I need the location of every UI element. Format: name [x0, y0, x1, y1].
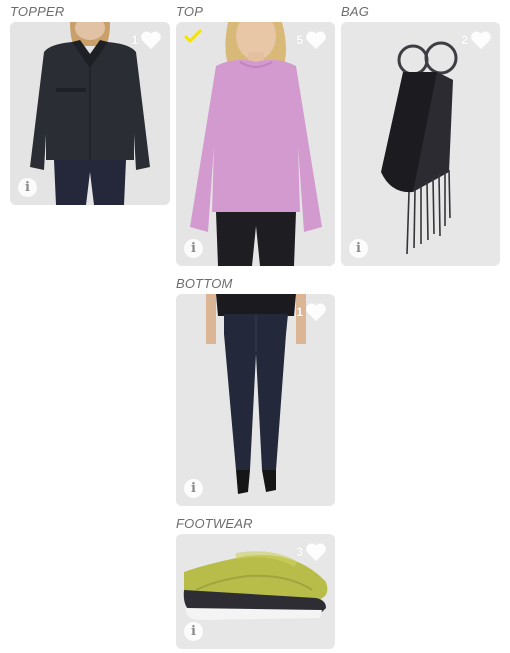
info-icon[interactable]: i — [184, 239, 203, 258]
heart-icon[interactable] — [140, 30, 162, 50]
info-icon[interactable]: i — [184, 622, 203, 641]
bottom-item-image — [176, 294, 335, 506]
bag-item-image — [341, 22, 500, 266]
section-label-top: TOP — [176, 4, 204, 19]
footwear-likes[interactable]: 3 — [296, 542, 327, 562]
bag-like-count: 2 — [461, 33, 468, 47]
topper-item-card[interactable]: 1 i — [10, 22, 170, 205]
heart-icon[interactable] — [305, 542, 327, 562]
top-item-card[interactable]: 5 i — [176, 22, 335, 266]
bottom-like-count: 1 — [296, 305, 303, 319]
info-icon[interactable]: i — [18, 178, 37, 197]
topper-likes[interactable]: 1 — [131, 30, 162, 50]
checkmark-icon — [184, 28, 202, 44]
bottom-item-card[interactable]: 1 i — [176, 294, 335, 506]
top-likes[interactable]: 5 — [296, 30, 327, 50]
top-like-count: 5 — [296, 33, 303, 47]
bottom-likes[interactable]: 1 — [296, 302, 327, 322]
section-label-topper: TOPPER — [10, 4, 65, 19]
section-label-footwear: FOOTWEAR — [176, 516, 253, 531]
heart-icon[interactable] — [305, 302, 327, 322]
info-icon[interactable]: i — [184, 479, 203, 498]
topper-like-count: 1 — [131, 33, 138, 47]
footwear-like-count: 3 — [296, 545, 303, 559]
section-label-bag: BAG — [341, 4, 370, 19]
heart-icon[interactable] — [470, 30, 492, 50]
heart-icon[interactable] — [305, 30, 327, 50]
bag-likes[interactable]: 2 — [461, 30, 492, 50]
bag-item-card[interactable]: 2 i — [341, 22, 500, 266]
top-item-image — [176, 22, 335, 266]
info-icon[interactable]: i — [349, 239, 368, 258]
section-label-bottom: BOTTOM — [176, 276, 233, 291]
footwear-item-card[interactable]: 3 i — [176, 534, 335, 649]
